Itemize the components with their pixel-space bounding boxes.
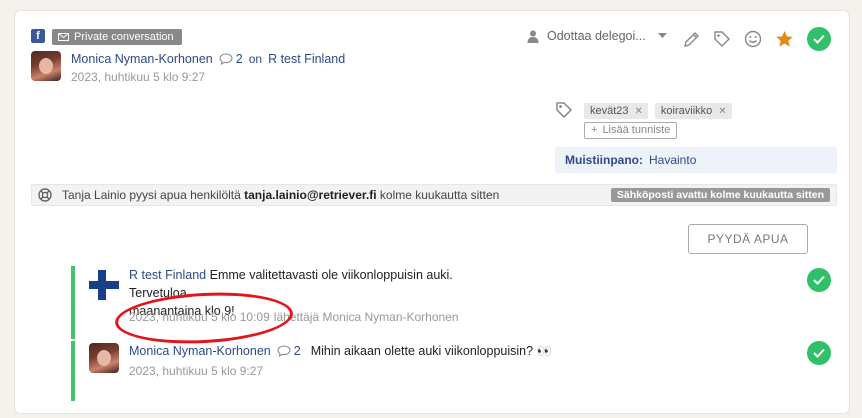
tag-chip[interactable]: koiraviikko ✕ xyxy=(654,103,732,119)
reply-sender-note: lähettäjä Monica Nyman-Korhonen xyxy=(273,310,459,324)
plus-icon: + xyxy=(591,124,598,136)
help-request-bar: Tanja Lainio pyysi apua henkilöltä tanja… xyxy=(31,184,837,206)
tag-label: koiraviikko xyxy=(660,105,713,117)
avatar[interactable] xyxy=(31,51,61,81)
chevron-down-icon xyxy=(657,33,667,38)
comment-count-value: 2 xyxy=(293,344,301,358)
reply-author-link[interactable]: R test Finland xyxy=(129,268,206,282)
comment-count[interactable]: 2 xyxy=(219,52,243,66)
pencil-icon[interactable] xyxy=(683,31,700,48)
delegate-status: Odottaa delegoi... xyxy=(547,29,646,43)
smiley-icon[interactable] xyxy=(744,30,762,48)
add-tag-label: Lisää tunniste xyxy=(602,124,671,136)
comment-icon xyxy=(219,53,233,65)
person-icon xyxy=(527,30,539,43)
check-icon xyxy=(813,275,825,285)
help-request-suffix: kolme kuukautta sitten xyxy=(379,188,500,202)
avatar[interactable] xyxy=(89,343,119,373)
comment-icon xyxy=(277,345,291,357)
comment-count-value: 2 xyxy=(235,52,243,66)
finland-flag-avatar[interactable] xyxy=(89,270,119,300)
tag-list: kevät23 ✕ koiraviikko ✕ xyxy=(584,103,732,119)
note-label: Muistiinpano: xyxy=(565,153,643,167)
thread-indicator xyxy=(71,266,75,339)
envelope-icon xyxy=(58,33,69,41)
check-icon xyxy=(813,34,825,44)
message-author-link[interactable]: Monica Nyman-Korhonen xyxy=(129,344,271,358)
note-box[interactable]: Muistiinpano: Havainto xyxy=(555,147,837,173)
post-header-line: Monica Nyman-Korhonen 2 on R test Finlan… xyxy=(71,52,345,66)
message-text: Mihin aikaan olette auki viikonloppuisin… xyxy=(310,344,553,358)
tag-chip[interactable]: kevät23 ✕ xyxy=(584,103,648,119)
comment-count[interactable]: 2 xyxy=(277,344,301,358)
remove-tag-icon[interactable]: ✕ xyxy=(635,106,643,117)
conversation-card: f Private conversation Monica Nyman-Korh… xyxy=(14,10,850,414)
help-request-email: tanja.lainio@retriever.fi xyxy=(244,188,377,202)
action-toolbar xyxy=(683,27,831,51)
note-value: Havainto xyxy=(649,153,697,167)
on-word: on xyxy=(248,52,263,66)
message-check-button[interactable] xyxy=(807,341,831,365)
private-conversation-badge: Private conversation xyxy=(52,29,182,45)
star-icon[interactable] xyxy=(775,30,794,48)
page-link[interactable]: R test Finland xyxy=(268,52,345,66)
help-request-prefix: Tanja Lainio pyysi apua henkilöltä xyxy=(62,188,241,202)
tags-icon xyxy=(556,102,572,118)
facebook-icon: f xyxy=(31,29,45,43)
add-tag-button[interactable]: + Lisää tunniste xyxy=(584,122,678,139)
lifebuoy-icon xyxy=(38,188,52,202)
ask-help-button[interactable]: PYYDÄ APUA xyxy=(688,224,808,254)
tag-icon[interactable] xyxy=(713,30,731,48)
private-conversation-label: Private conversation xyxy=(74,31,174,43)
message-timestamp: 2023, huhtikuu 5 klo 9:27 xyxy=(129,364,264,378)
post-timestamp: 2023, huhtikuu 5 klo 9:27 xyxy=(71,70,206,84)
tag-label: kevät23 xyxy=(590,105,629,117)
thread-indicator xyxy=(71,341,75,401)
check-icon xyxy=(813,348,825,358)
delegate-dropdown[interactable]: Odottaa delegoi... xyxy=(527,29,667,43)
remove-tag-icon[interactable]: ✕ xyxy=(718,106,726,117)
author-link[interactable]: Monica Nyman-Korhonen xyxy=(71,52,213,66)
message-header: Monica Nyman-Korhonen 2 Mihin aikaan ole… xyxy=(129,342,552,360)
email-status-badge: Sähköposti avattu kolme kuukautta sitten xyxy=(610,188,830,202)
resolve-check-button[interactable] xyxy=(807,27,831,51)
reply-check-button[interactable] xyxy=(807,268,831,292)
help-request-text: Tanja Lainio pyysi apua henkilöltä tanja… xyxy=(62,188,499,202)
